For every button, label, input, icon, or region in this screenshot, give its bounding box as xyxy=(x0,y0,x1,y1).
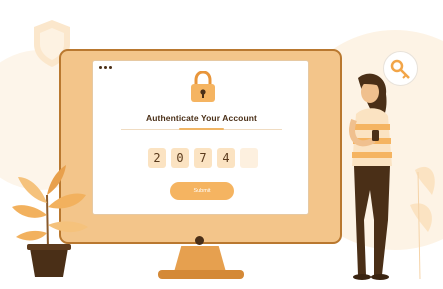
woman-with-phone-illustration xyxy=(349,73,392,280)
window-dot xyxy=(99,66,102,69)
window-dot xyxy=(104,66,107,69)
power-button xyxy=(195,236,204,245)
monitor-stand-neck xyxy=(174,246,226,272)
code-digit-2[interactable]: 0 xyxy=(171,148,189,168)
code-digit-4[interactable]: 4 xyxy=(217,148,235,168)
window-dot xyxy=(109,66,112,69)
code-digit-3[interactable]: 7 xyxy=(194,148,212,168)
auth-title: Authenticate Your Account xyxy=(146,113,257,123)
plant-illustration xyxy=(12,165,88,277)
code-digit-1[interactable]: 2 xyxy=(148,148,166,168)
window-controls xyxy=(99,66,112,69)
code-digit-5[interactable] xyxy=(240,148,258,168)
divider-accent xyxy=(179,128,224,130)
auth-window: Authenticate Your Account 2 0 7 4 Submit xyxy=(92,60,309,215)
submit-button[interactable]: Submit xyxy=(170,182,234,200)
lock-icon xyxy=(191,71,215,102)
monitor-stand-base xyxy=(158,270,244,279)
verification-code-inputs: 2 0 7 4 xyxy=(148,148,258,168)
illustration-scene: Authenticate Your Account 2 0 7 4 Submit xyxy=(0,0,443,289)
